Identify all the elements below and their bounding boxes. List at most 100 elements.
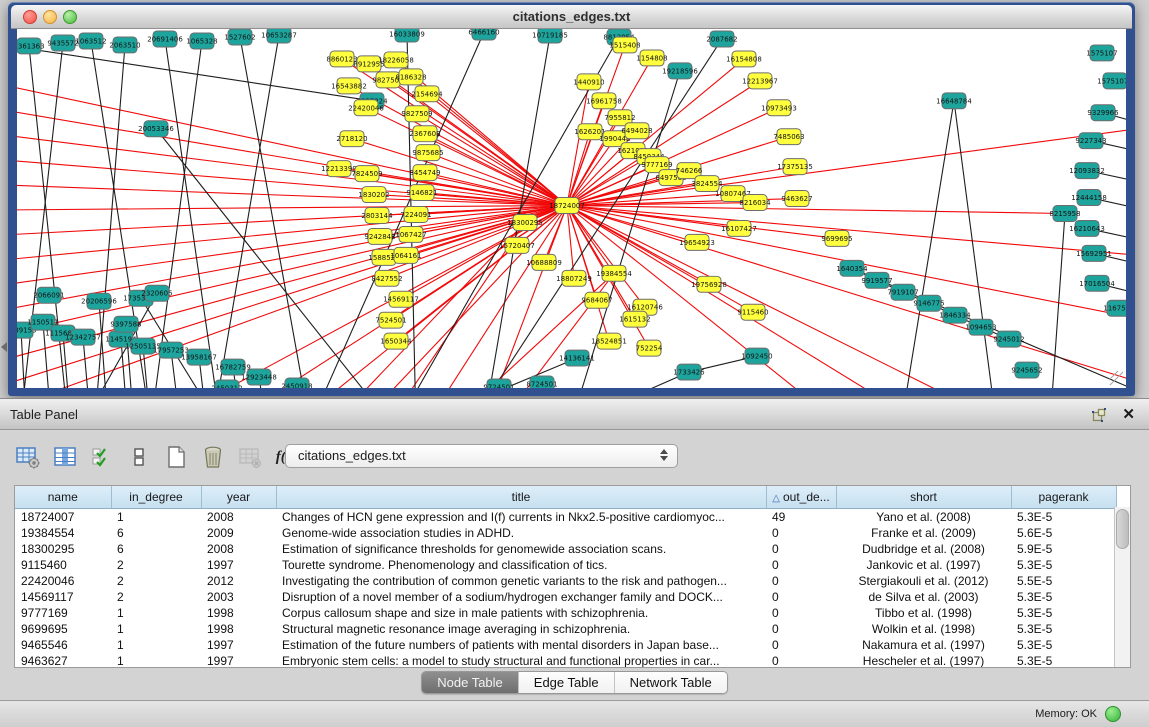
column-header-year[interactable]: year xyxy=(201,486,276,509)
graph-node[interactable]: 16648784 xyxy=(936,93,972,109)
table-row[interactable]: 977716911998Corpus callosum shape and si… xyxy=(15,605,1116,621)
table-row[interactable]: 946554611997Estimation of the future num… xyxy=(15,637,1116,653)
table-row[interactable]: 1456911722003Disruption of a novel membe… xyxy=(15,589,1116,605)
graph-node[interactable]: 1065328 xyxy=(186,33,217,49)
column-header-name[interactable]: name xyxy=(15,486,111,509)
graph-node[interactable]: 2450312 xyxy=(211,380,242,388)
network-graph[interactable]: 2361363943557210635122063510206914061065… xyxy=(17,29,1126,388)
graph-node[interactable]: 9146821 xyxy=(406,185,437,201)
graph-node[interactable]: 2154694 xyxy=(411,86,443,102)
graph-node[interactable]: 6494028 xyxy=(621,123,652,139)
graph-node[interactable]: 20691406 xyxy=(147,31,183,47)
graph-node[interactable]: 7224091 xyxy=(400,207,431,223)
graph-edge[interactable] xyxy=(207,35,279,388)
table-row[interactable]: 946362711997Embryonic stem cells: a mode… xyxy=(15,653,1116,668)
graph-node[interactable]: 9115460 xyxy=(737,304,768,320)
graph-node[interactable]: 1167533 xyxy=(1103,300,1126,316)
scrollbar-thumb[interactable] xyxy=(1116,509,1129,549)
tab-edge-table[interactable]: Edge Table xyxy=(519,672,615,693)
window-title-bar[interactable]: citations_edges.txt xyxy=(11,5,1132,29)
graph-node[interactable]: 1515408 xyxy=(609,37,640,53)
column-header-pagerank[interactable]: pagerank xyxy=(1011,486,1116,509)
column-edit-icon[interactable] xyxy=(51,443,79,471)
graph-edge[interactable] xyxy=(17,127,567,206)
float-panel-icon[interactable] xyxy=(1091,407,1107,423)
graph-node[interactable]: 15692951 xyxy=(1076,245,1112,261)
column-header-in-degree[interactable]: in_degree xyxy=(111,486,201,509)
graph-node[interactable]: 7919107 xyxy=(887,284,918,300)
graph-node[interactable]: 10688809 xyxy=(526,254,562,270)
graph-node[interactable]: 9435572 xyxy=(47,35,78,51)
graph-edge[interactable] xyxy=(17,71,567,206)
graph-edge[interactable] xyxy=(954,101,997,388)
graph-node[interactable]: 16961758 xyxy=(586,93,622,109)
graph-node[interactable]: 9146775 xyxy=(913,295,944,311)
tab-network-table[interactable]: Network Table xyxy=(615,672,727,693)
graph-node[interactable]: 752254 xyxy=(636,340,663,356)
graph-node[interactable]: 2450918 xyxy=(281,378,312,388)
tab-node-table[interactable]: Node Table xyxy=(422,672,519,693)
graph-edge[interactable] xyxy=(467,273,614,388)
graph-node[interactable]: 1575107 xyxy=(1086,45,1117,61)
graph-node[interactable]: 12213967 xyxy=(742,73,778,89)
graph-node[interactable]: 1067427 xyxy=(395,226,426,242)
graph-node[interactable]: 1640354 xyxy=(836,260,868,276)
table-row[interactable]: 1872400712008Changes of HCN gene express… xyxy=(15,509,1116,526)
graph-node[interactable]: 2087682 xyxy=(706,31,737,47)
graph-edge[interactable] xyxy=(417,273,614,388)
delete-icon[interactable] xyxy=(199,443,227,471)
graph-node[interactable]: 1650344 xyxy=(380,333,412,349)
graph-node[interactable]: 1830202 xyxy=(358,187,389,203)
graph-node[interactable]: 6466160 xyxy=(468,29,499,40)
graph-node[interactable]: 9684067 xyxy=(581,292,612,308)
graph-node[interactable]: 9919577 xyxy=(861,272,892,288)
graph-node[interactable]: 2063510 xyxy=(109,37,140,53)
graph-edge[interactable] xyxy=(165,39,227,388)
table-selector-dropdown[interactable]: citations_edges.txt xyxy=(285,444,678,468)
graph-node[interactable]: 19654923 xyxy=(679,234,715,250)
graph-node[interactable]: 19218596 xyxy=(662,63,698,79)
graph-node[interactable]: 18524851 xyxy=(591,333,627,349)
graph-node[interactable]: 1154808 xyxy=(636,50,667,66)
graph-node[interactable]: 9875685 xyxy=(412,145,443,161)
graph-node[interactable]: 8454749 xyxy=(409,165,440,181)
graph-node[interactable]: 1094653 xyxy=(965,319,996,335)
graph-node[interactable]: 9699695 xyxy=(821,230,852,246)
table-row[interactable]: 2242004622012Investigating the contribut… xyxy=(15,573,1116,589)
graph-node[interactable]: 9397588 xyxy=(110,316,141,332)
graph-edge[interactable] xyxy=(567,206,837,239)
graph-node[interactable]: 1527602 xyxy=(224,29,255,45)
graph-node[interactable]: 20206596 xyxy=(81,293,117,309)
graph-node[interactable]: 8186328 xyxy=(395,69,426,85)
graph-node[interactable]: 1615132 xyxy=(619,311,650,327)
import-table-icon[interactable] xyxy=(236,443,264,471)
graph-node[interactable]: 9827509 xyxy=(401,106,432,122)
graph-node[interactable]: 17016504 xyxy=(1079,275,1115,291)
graph-node[interactable]: 7524501 xyxy=(375,312,406,328)
graph-node[interactable]: 10719185 xyxy=(532,29,568,43)
graph-node[interactable]: 2367608 xyxy=(409,126,440,142)
graph-edge[interactable] xyxy=(417,114,567,206)
graph-node[interactable]: 9245652 xyxy=(1011,362,1042,378)
graph-node[interactable]: 1064161 xyxy=(390,247,421,263)
graph-node[interactable]: 9242848 xyxy=(364,228,395,244)
graph-edge[interactable] xyxy=(902,101,954,388)
table-row[interactable]: 969969511998Structural magnetic resonanc… xyxy=(15,621,1116,637)
graph-node[interactable]: 8724501 xyxy=(526,376,557,388)
column-header-title[interactable]: title xyxy=(276,486,766,509)
graph-node[interactable]: 9463627 xyxy=(781,191,812,207)
graph-node[interactable]: 1440910 xyxy=(573,74,604,90)
table-row[interactable]: 911546021997Tourette syndrome. Phenomeno… xyxy=(15,557,1116,573)
table-settings-icon[interactable] xyxy=(14,443,42,471)
graph-node[interactable]: 15751074 xyxy=(1097,73,1126,89)
graph-node[interactable]: 2718120 xyxy=(336,131,367,147)
resize-grip-icon[interactable] xyxy=(1109,371,1123,385)
graph-node[interactable]: 1092450 xyxy=(741,348,772,364)
close-panel-icon[interactable]: ✕ xyxy=(1122,405,1135,423)
graph-edge[interactable] xyxy=(1049,213,1065,388)
graph-node[interactable]: 8215958 xyxy=(1049,206,1080,222)
graph-node[interactable]: 9329966 xyxy=(1087,105,1118,121)
graph-node[interactable]: 19384554 xyxy=(596,265,632,281)
graph-node[interactable]: 9245012 xyxy=(993,331,1024,347)
graph-node[interactable]: 12444158 xyxy=(1071,190,1107,206)
